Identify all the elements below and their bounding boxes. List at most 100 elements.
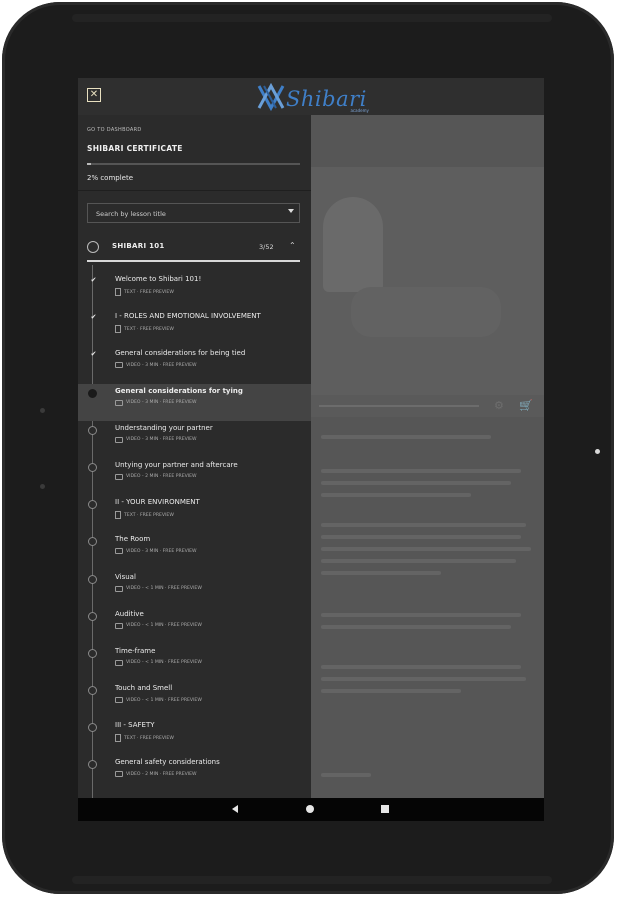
lesson-item[interactable]: Untying your partner and aftercare VIDEO … xyxy=(78,458,311,495)
video-player[interactable]: ⚙ 🛒 xyxy=(311,167,544,417)
text-placeholder-line xyxy=(321,435,491,439)
lesson-meta: VIDEO - 3 MIN · FREE PREVIEW xyxy=(115,436,197,443)
close-sidebar-button[interactable]: ✕ xyxy=(87,88,101,102)
lesson-item[interactable]: ✔ I - ROLES AND EMOTIONAL INVOLVEMENT TEXT… xyxy=(78,309,311,346)
caret-down-icon xyxy=(288,209,294,213)
video-icon xyxy=(115,697,123,704)
logo-subtext: academy xyxy=(350,108,369,113)
lesson-item[interactable]: ✔ General considerations for being tied VI… xyxy=(78,346,311,383)
document-icon xyxy=(115,325,121,334)
lesson-meta-text: VIDEO - < 1 MIN · FREE PREVIEW xyxy=(126,623,202,629)
text-placeholder-line xyxy=(321,689,461,693)
text-placeholder-line xyxy=(321,547,531,551)
close-icon: ✕ xyxy=(89,89,99,100)
lesson-status-circle-icon xyxy=(88,686,97,696)
lesson-title: The Room xyxy=(115,535,151,544)
video-icon xyxy=(115,548,123,555)
sensor-dot xyxy=(40,484,45,489)
video-icon xyxy=(115,399,123,406)
lesson-search-select[interactable]: Search by lesson title xyxy=(87,203,300,223)
settings-icon[interactable]: ⚙ xyxy=(494,399,504,412)
video-progress-bar[interactable] xyxy=(319,405,479,407)
document-icon xyxy=(115,288,121,296)
lesson-meta-text: VIDEO - < 1 MIN · FREE PREVIEW xyxy=(126,697,202,703)
lesson-item[interactable]: General safety considerations VIDEO - 2 M… xyxy=(78,755,311,792)
lesson-meta-text: VIDEO - 2 MIN · FREE PREVIEW xyxy=(126,771,197,777)
lesson-status-circle-icon xyxy=(88,537,97,547)
lesson-title: I - ROLES AND EMOTIONAL INVOLVEMENT xyxy=(115,312,261,321)
lesson-meta: VIDEO - < 1 MIN · FREE PREVIEW xyxy=(115,585,202,592)
text-placeholder-line xyxy=(321,613,521,617)
lesson-item[interactable]: General considerations for tying VIDEO - … xyxy=(78,383,311,421)
lesson-meta-text: VIDEO - < 1 MIN · FREE PREVIEW xyxy=(126,586,202,591)
device-screen: ✕ Shibari academy ⚙ 🛒 GO TO DASHBOARD SH… xyxy=(78,78,544,821)
text-placeholder-line xyxy=(321,773,371,777)
text-placeholder-line xyxy=(321,535,521,539)
video-icon xyxy=(115,473,123,480)
lesson-meta: VIDEO - 3 MIN · FREE PREVIEW xyxy=(115,362,197,369)
lesson-meta-text: TEXT · FREE PREVIEW xyxy=(124,512,174,518)
video-thumbnail-figure xyxy=(323,197,383,292)
video-icon xyxy=(115,659,123,666)
lesson-meta: VIDEO - < 1 MIN · FREE PREVIEW xyxy=(115,659,202,666)
lesson-title: Welcome to Shibari 101! xyxy=(115,275,202,283)
section-header-shibari-101[interactable]: SHIBARI 101 3/52 ⌃ xyxy=(87,237,300,262)
percent-complete: 2% complete xyxy=(87,174,134,182)
lesson-meta-text: TEXT · FREE PREVIEW xyxy=(124,326,174,332)
checkmark-icon: ✔ xyxy=(90,313,97,322)
lesson-item[interactable]: Understanding your partner VIDEO - 3 MIN … xyxy=(78,421,311,458)
document-icon xyxy=(115,511,121,520)
video-icon xyxy=(115,362,123,369)
lesson-meta-text: TEXT · FREE PREVIEW xyxy=(124,735,174,741)
home-icon[interactable] xyxy=(306,805,314,813)
lesson-meta-text: VIDEO - < 1 MIN · FREE PREVIEW xyxy=(126,660,202,666)
lesson-meta: VIDEO - 2 MIN · FREE PREVIEW xyxy=(115,771,197,778)
shibari-logo: Shibari academy xyxy=(256,83,369,113)
lesson-list: ✔ Welcome to Shibari 101! TEXT · FREE PREV… xyxy=(78,272,311,793)
checkmark-icon: ✔ xyxy=(90,276,97,284)
lesson-item[interactable]: II - YOUR ENVIRONMENT TEXT · FREE PREVIEW xyxy=(78,495,311,532)
sensor-dot xyxy=(40,408,45,413)
recent-apps-icon[interactable] xyxy=(381,805,389,813)
video-icon xyxy=(115,436,123,443)
lesson-meta-text: VIDEO - 3 MIN · FREE PREVIEW xyxy=(126,362,197,368)
lesson-item[interactable]: The Room VIDEO - 3 MIN · FREE PREVIEW xyxy=(78,532,311,569)
back-icon[interactable] xyxy=(232,805,238,813)
lesson-title: General safety considerations xyxy=(115,758,220,767)
lesson-item[interactable]: III - SAFETY TEXT · FREE PREVIEW xyxy=(78,718,311,755)
section-count: 3/52 xyxy=(259,243,274,251)
course-title: SHIBARI CERTIFICATE xyxy=(87,144,183,153)
lesson-title: Time-frame xyxy=(115,646,156,655)
lesson-status-circle-icon xyxy=(88,462,97,472)
course-sidebar: GO TO DASHBOARD SHIBARI CERTIFICATE 2% c… xyxy=(78,115,311,798)
lesson-item[interactable]: Time-frame VIDEO - < 1 MIN · FREE PREVIEW xyxy=(78,644,311,681)
lesson-meta: TEXT · FREE PREVIEW xyxy=(115,288,174,296)
lesson-item[interactable]: Touch and Smell VIDEO - < 1 MIN · FREE PR… xyxy=(78,681,311,718)
lesson-content-background: ⚙ 🛒 xyxy=(311,115,544,798)
lesson-item[interactable]: Visual VIDEO - < 1 MIN · FREE PREVIEW xyxy=(78,570,311,607)
text-placeholder-line xyxy=(321,481,511,485)
lesson-item[interactable]: ✔ Welcome to Shibari 101! TEXT · FREE PREV… xyxy=(78,272,311,309)
lesson-meta: VIDEO - < 1 MIN · FREE PREVIEW xyxy=(115,697,202,704)
text-placeholder-line xyxy=(321,523,526,527)
lesson-meta-text: VIDEO - 3 MIN · FREE PREVIEW xyxy=(126,437,197,443)
speaker-grille-bottom xyxy=(72,876,552,884)
chevron-up-icon[interactable]: ⌃ xyxy=(289,241,296,250)
lesson-title: Untying your partner and aftercare xyxy=(115,460,238,469)
lesson-meta: VIDEO - 2 MIN · FREE PREVIEW xyxy=(115,473,197,480)
lesson-title: Understanding your partner xyxy=(115,423,213,432)
lesson-status-circle-icon xyxy=(88,574,97,584)
lesson-meta: TEXT · FREE PREVIEW xyxy=(115,511,174,520)
lesson-meta-text: VIDEO - 3 MIN · FREE PREVIEW xyxy=(126,400,197,406)
document-icon xyxy=(115,734,121,743)
lesson-title: II - YOUR ENVIRONMENT xyxy=(115,498,200,507)
video-controls: ⚙ 🛒 xyxy=(311,395,544,417)
app-header: ✕ Shibari academy xyxy=(78,78,544,115)
cart-icon[interactable]: 🛒 xyxy=(519,399,533,412)
android-nav-bar xyxy=(78,798,544,821)
lesson-status-circle-icon xyxy=(88,388,97,398)
lesson-item[interactable]: Auditive VIDEO - < 1 MIN · FREE PREVIEW xyxy=(78,607,311,644)
lesson-meta-text: VIDEO - 2 MIN · FREE PREVIEW xyxy=(126,474,197,480)
video-icon xyxy=(115,585,123,592)
go-to-dashboard-link[interactable]: GO TO DASHBOARD xyxy=(87,127,142,133)
